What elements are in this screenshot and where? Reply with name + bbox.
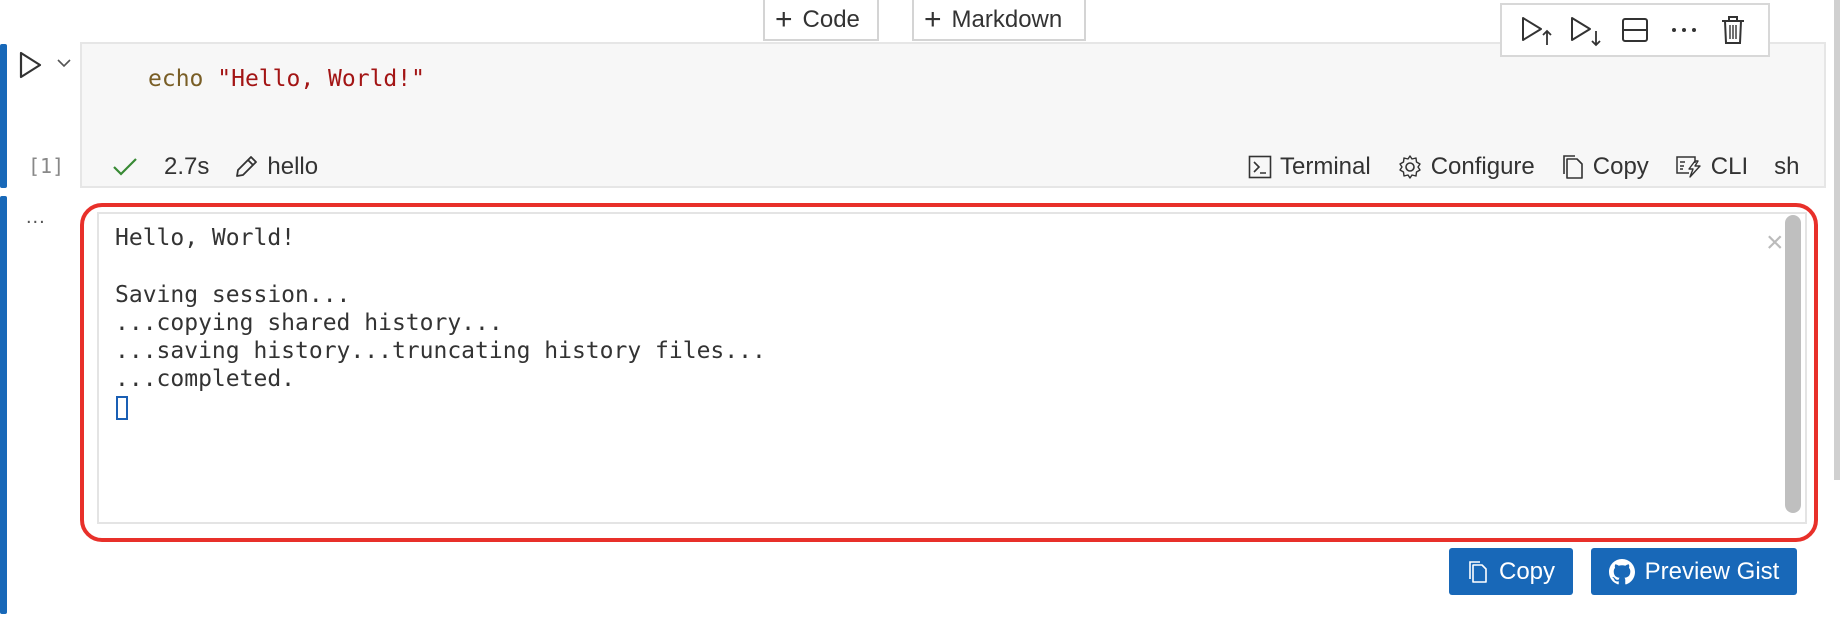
code-line[interactable]: echo "Hello, World!" [148, 66, 425, 92]
page-scrollbar[interactable] [1834, 0, 1840, 480]
split-cell-button[interactable] [1617, 12, 1653, 48]
output-more-button[interactable]: ... [26, 206, 46, 229]
add-markdown-label: Markdown [951, 5, 1063, 33]
github-icon [1608, 558, 1635, 584]
cell-status-bar-right: Terminal Configure Copy CLI sh [1248, 150, 1800, 184]
preview-gist-button[interactable]: Preview Gist [1591, 548, 1797, 595]
run-options-dropdown[interactable] [56, 56, 72, 74]
chevron-down-icon [57, 59, 71, 68]
cli-button[interactable]: CLI [1675, 153, 1748, 181]
code-string: "Hello, World!" [217, 66, 425, 92]
copy-output-button[interactable]: Copy [1449, 548, 1573, 595]
more-actions-button[interactable] [1666, 12, 1702, 48]
copy-button[interactable]: Copy [1561, 153, 1649, 181]
trash-icon [1722, 16, 1745, 44]
configure-label: Configure [1430, 153, 1535, 180]
preview-gist-label: Preview Gist [1644, 557, 1780, 585]
add-markdown-cell-button[interactable]: + Markdown [912, 0, 1086, 41]
cell-focus-indicator [0, 44, 7, 188]
plus-icon: + [775, 2, 793, 36]
terminal-icon [1248, 155, 1272, 179]
run-cell-button[interactable] [18, 50, 44, 85]
terminal-button[interactable]: Terminal [1248, 153, 1371, 181]
play-icon [19, 51, 42, 79]
cell-language[interactable]: sh [1774, 153, 1799, 181]
configure-button[interactable]: Configure [1397, 153, 1535, 181]
cli-label: CLI [1710, 153, 1749, 180]
execute-above-button[interactable] [1519, 12, 1555, 48]
output-focus-indicator [0, 196, 7, 614]
execution-count: [1] [28, 154, 65, 178]
execution-duration: 2.7s [164, 153, 210, 180]
code-keyword: echo [148, 66, 204, 92]
plus-icon: + [924, 2, 942, 36]
cli-lightning-icon [1676, 156, 1701, 178]
check-icon [112, 156, 138, 178]
cell-title-label: hello [267, 153, 319, 180]
delete-cell-button[interactable] [1715, 12, 1751, 48]
pencil-icon [236, 156, 258, 177]
gear-icon [1399, 155, 1421, 179]
more-actions-icon [1672, 28, 1697, 32]
cell-title[interactable]: hello [233, 153, 318, 181]
add-code-cell-button[interactable]: + Code [763, 0, 879, 41]
copy-label: Copy [1592, 153, 1649, 180]
add-code-label: Code [802, 5, 860, 33]
copy-icon [1469, 560, 1487, 583]
terminal-label: Terminal [1280, 153, 1371, 180]
copy-output-label: Copy [1498, 557, 1556, 585]
execute-below-button[interactable] [1568, 12, 1604, 48]
split-cell-icon [1621, 18, 1648, 42]
copy-icon [1562, 155, 1583, 179]
highlight-frame [80, 203, 1818, 542]
execute-above-icon [1521, 17, 1552, 45]
execute-below-icon [1570, 17, 1601, 47]
cell-status-bar-left: 2.7s hello [112, 150, 318, 184]
cell-toolbar [1500, 3, 1770, 57]
